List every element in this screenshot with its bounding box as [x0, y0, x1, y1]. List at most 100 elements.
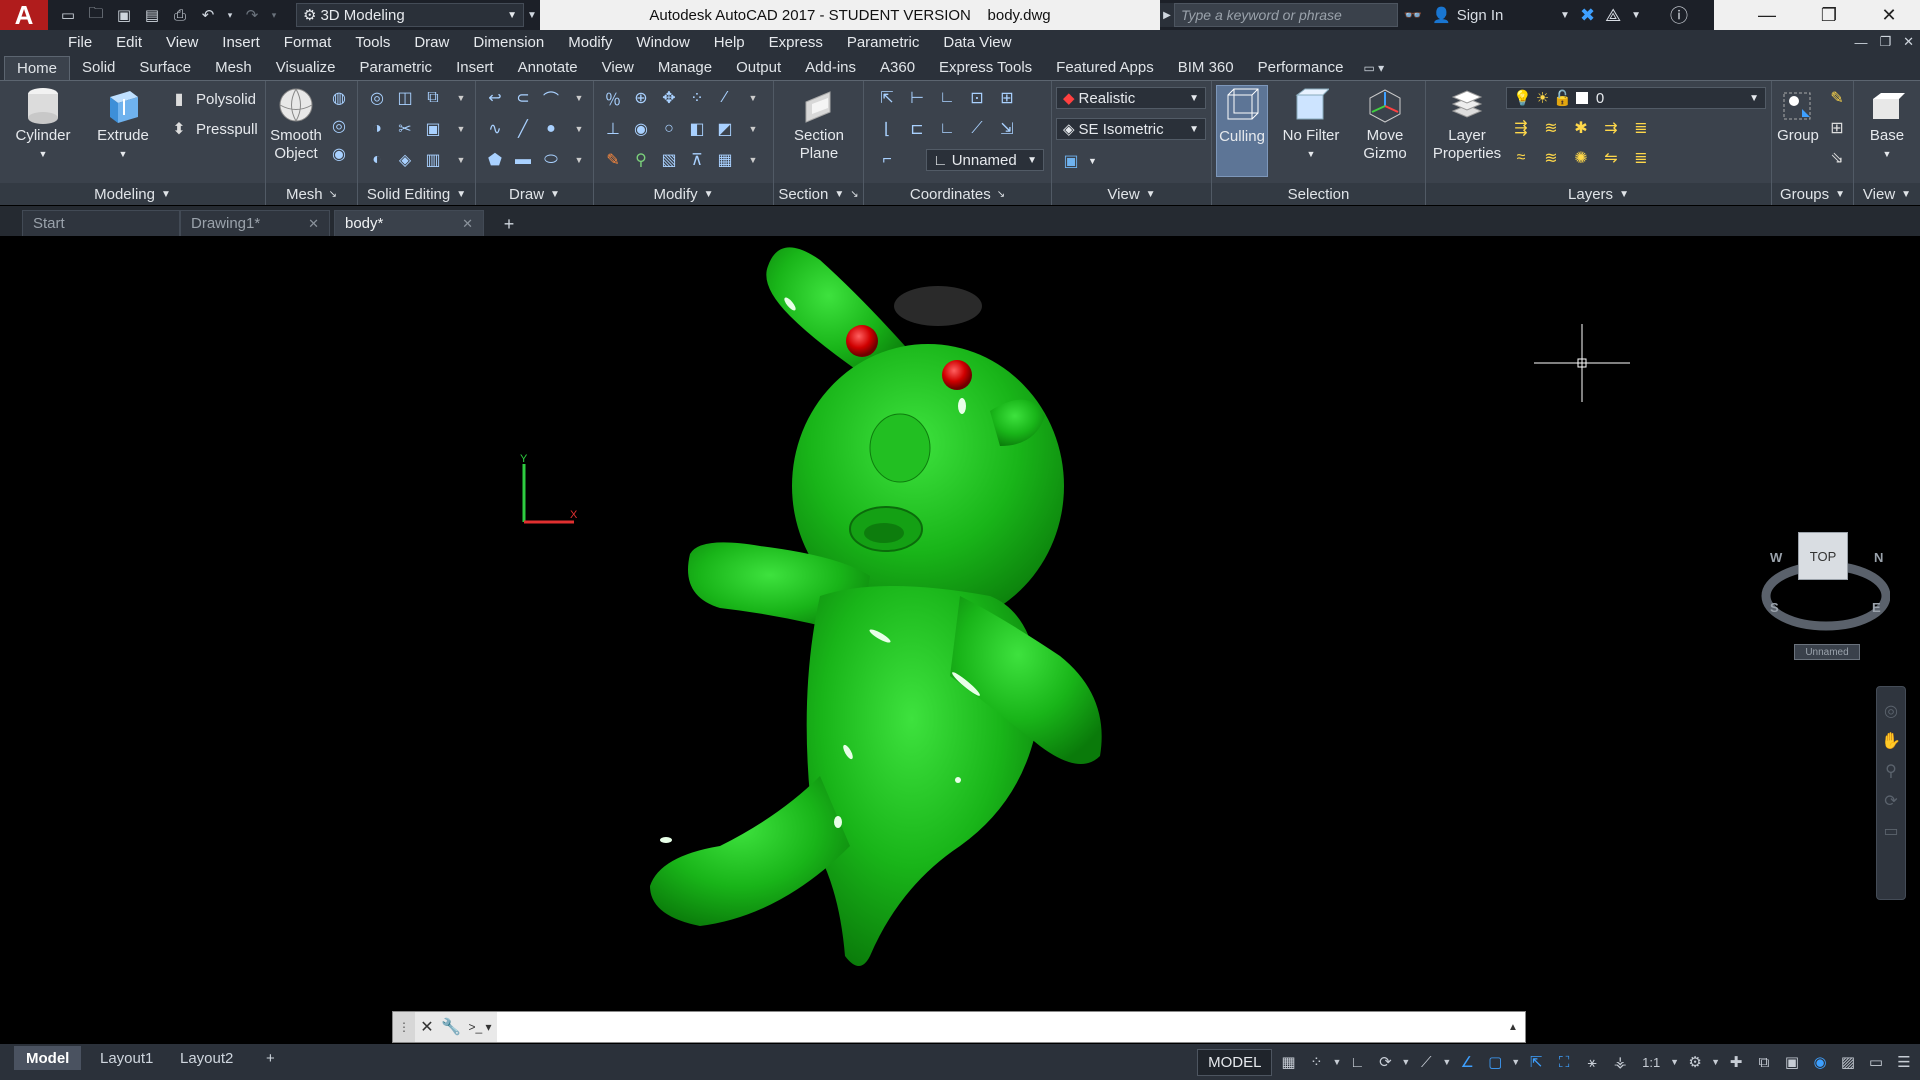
- arc-icon[interactable]: ⌒: [540, 87, 562, 109]
- doc-close-icon[interactable]: ✕: [1903, 34, 1914, 50]
- ucs-icon[interactable]: ⇱: [876, 87, 898, 109]
- erase-icon[interactable]: ◩: [714, 118, 736, 140]
- panel-title-groups[interactable]: Groups ▼: [1772, 183, 1853, 205]
- tab-insert[interactable]: Insert: [444, 56, 506, 80]
- rect-array-icon[interactable]: ▦: [714, 149, 736, 171]
- ucs-view-icon[interactable]: ⌊: [876, 118, 898, 140]
- 3d-model-body[interactable]: [650, 247, 1102, 966]
- tab-home[interactable]: Home: [4, 56, 71, 80]
- pan-icon[interactable]: ✋: [1881, 731, 1901, 751]
- grid-icon[interactable]: ▦: [1276, 1050, 1300, 1074]
- panel-title-view[interactable]: View ▼: [1052, 183, 1211, 205]
- viewcube-top-face[interactable]: TOP: [1798, 532, 1848, 580]
- left-eye-mesh[interactable]: [846, 325, 878, 357]
- layer-thaw-icon[interactable]: ✺: [1570, 147, 1592, 169]
- ucs-world-icon[interactable]: ⊢: [906, 87, 928, 109]
- panel-title-layers[interactable]: Layers ▼: [1426, 183, 1771, 205]
- menu-parametric[interactable]: Parametric: [835, 34, 932, 51]
- close-icon[interactable]: ✕: [308, 216, 319, 232]
- sign-in-button[interactable]: 👤 Sign In: [1432, 0, 1503, 30]
- no-filter-button[interactable]: No Filter ▼: [1278, 85, 1344, 163]
- ellipse-icon[interactable]: ⬭: [540, 149, 562, 171]
- undo-dropdown-icon[interactable]: ▾: [224, 3, 236, 27]
- menu-window[interactable]: Window: [624, 34, 701, 51]
- shell-icon[interactable]: ◈: [394, 149, 416, 171]
- offset-edge-dropdown-icon[interactable]: ▼: [450, 118, 472, 140]
- showmotion-icon[interactable]: ▭: [1883, 821, 1898, 841]
- object-snap-icon[interactable]: ▢: [1483, 1050, 1507, 1074]
- layout-tab-model[interactable]: Model: [14, 1046, 82, 1070]
- union-icon[interactable]: ◎: [366, 87, 388, 109]
- pline-icon[interactable]: ⊂: [512, 87, 534, 109]
- move-icon[interactable]: ✥: [658, 87, 680, 109]
- right-eye-mesh[interactable]: [942, 360, 972, 390]
- view-direction-dropdown[interactable]: ◈ SE Isometric ▼: [1056, 118, 1206, 140]
- chevron-up-icon[interactable]: ▲: [1501, 1012, 1525, 1042]
- isolate-objects-icon[interactable]: ▨: [1836, 1050, 1860, 1074]
- scale-icon[interactable]: ▧: [658, 149, 680, 171]
- tab-visualize[interactable]: Visualize: [264, 56, 348, 80]
- autodesk-app-store-icon[interactable]: ✖: [1580, 5, 1595, 26]
- close-icon[interactable]: ✕: [1866, 0, 1912, 30]
- layer-isolate-icon[interactable]: ≋: [1540, 117, 1562, 139]
- menu-insert[interactable]: Insert: [210, 34, 272, 51]
- offset-icon[interactable]: ✎: [602, 149, 624, 171]
- subtract-icon[interactable]: ◑: [366, 118, 388, 140]
- panel-title-mesh[interactable]: Mesh ↘: [266, 183, 357, 205]
- binoculars-icon[interactable]: 👓: [1402, 3, 1424, 27]
- customization-icon[interactable]: ☰: [1892, 1050, 1916, 1074]
- print-icon[interactable]: ⎙: [168, 3, 192, 27]
- fillet-icon[interactable]: ％: [602, 87, 624, 109]
- a360-icon[interactable]: ⟁: [1605, 5, 1621, 26]
- separate-icon[interactable]: ▥: [422, 149, 444, 171]
- trim-dropdown-icon[interactable]: ▼: [742, 87, 764, 109]
- steering-wheel-icon[interactable]: ◎: [1884, 701, 1898, 721]
- workspace-dropdown-icon[interactable]: ▼: [1711, 1057, 1720, 1067]
- menu-help[interactable]: Help: [702, 34, 757, 51]
- menu-data-view[interactable]: Data View: [931, 34, 1023, 51]
- snap-icon[interactable]: ⁘: [1304, 1050, 1328, 1074]
- viewcube[interactable]: TOP W N S E Unnamed: [1760, 528, 1890, 668]
- compass-east[interactable]: E: [1872, 600, 1881, 615]
- slice-dropdown-icon[interactable]: ▼: [450, 87, 472, 109]
- model-space-button[interactable]: MODEL: [1197, 1048, 1273, 1076]
- array-icon[interactable]: ⊼: [686, 149, 708, 171]
- panel-title-solid-editing[interactable]: Solid Editing ▼: [358, 183, 475, 205]
- application-menu-button[interactable]: A: [0, 0, 48, 30]
- ellipse-dropdown-icon[interactable]: ▼: [568, 149, 590, 171]
- workspace-switch-icon[interactable]: ⚙: [1683, 1050, 1707, 1074]
- layer-off-icon[interactable]: ⇶: [1510, 117, 1532, 139]
- layer-unlock-icon[interactable]: ⇋: [1600, 147, 1622, 169]
- offset-edge-icon[interactable]: ▣: [422, 118, 444, 140]
- tab-a360[interactable]: A360: [868, 56, 927, 80]
- doc-minimize-icon[interactable]: —: [1854, 35, 1867, 50]
- menu-modify[interactable]: Modify: [556, 34, 624, 51]
- visual-style-dropdown[interactable]: ◆ Realistic ▼: [1056, 87, 1206, 109]
- close-icon[interactable]: ✕: [415, 1012, 439, 1042]
- annotation-monitor-icon[interactable]: ✚: [1724, 1050, 1748, 1074]
- tab-express-tools[interactable]: Express Tools: [927, 56, 1044, 80]
- circle-dropdown-icon[interactable]: ▼: [568, 118, 590, 140]
- polysolid-button[interactable]: ▮ Polysolid: [168, 87, 256, 111]
- tab-bim-360[interactable]: BIM 360: [1166, 56, 1246, 80]
- layer-unisolate-icon[interactable]: ≋: [1540, 147, 1562, 169]
- tab-manage[interactable]: Manage: [646, 56, 724, 80]
- ucs-3point-icon[interactable]: ⊡: [966, 87, 988, 109]
- add-layout-button[interactable]: +: [254, 1046, 287, 1070]
- polar-icon[interactable]: ⟳: [1373, 1050, 1397, 1074]
- sign-in-dropdown-icon[interactable]: ▼: [1560, 0, 1570, 30]
- object-snap-tracking-icon[interactable]: ∠: [1455, 1050, 1479, 1074]
- doc-restore-icon[interactable]: ❐: [1879, 34, 1891, 50]
- rotate-icon[interactable]: ○: [658, 118, 680, 140]
- close-icon[interactable]: ✕: [462, 216, 473, 232]
- tab-view[interactable]: View: [590, 56, 646, 80]
- ucs-icon-props-icon[interactable]: ⊞: [996, 87, 1018, 109]
- spline-icon[interactable]: ∿: [484, 118, 506, 140]
- drag-handle[interactable]: ⋮: [393, 1012, 415, 1042]
- redo-dropdown-icon[interactable]: ▾: [268, 3, 280, 27]
- command-prompt-icon[interactable]: >_ ▾: [463, 1012, 497, 1042]
- qat-customize-button[interactable]: ▼: [524, 3, 540, 27]
- dynamic-ucs-icon[interactable]: ⛶: [1552, 1050, 1576, 1074]
- layer-dropdown[interactable]: 💡 ☀ 🔓 0 ▼: [1506, 87, 1766, 109]
- wrench-icon[interactable]: 🔧: [439, 1012, 463, 1042]
